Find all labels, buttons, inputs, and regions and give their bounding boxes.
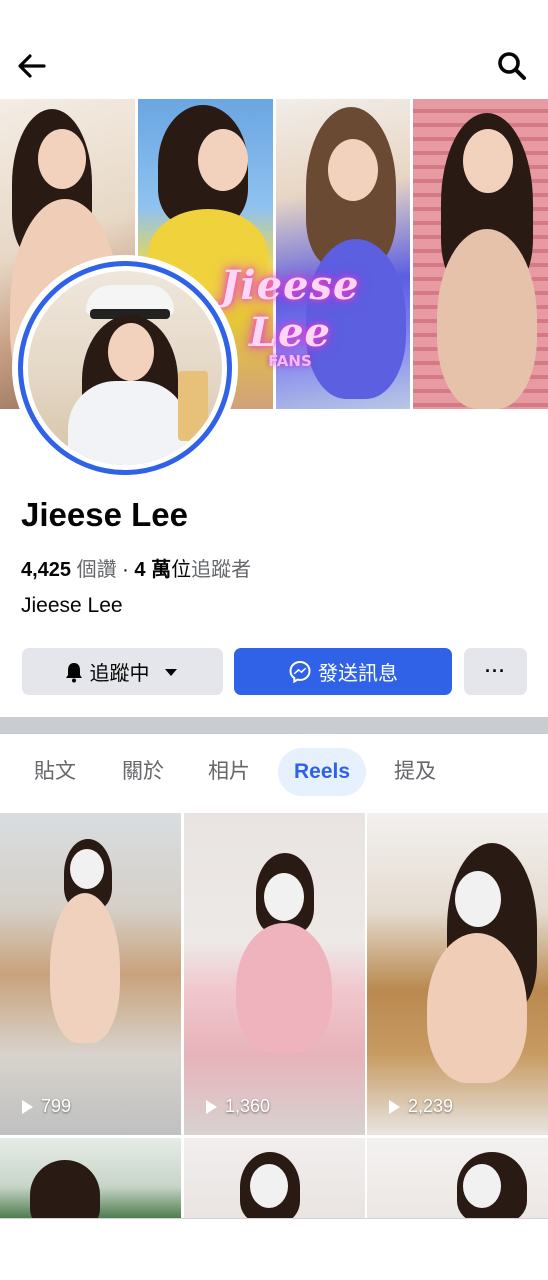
following-button[interactable]: 追蹤中	[22, 648, 223, 695]
followers-count[interactable]: 4 萬	[134, 559, 171, 581]
top-bar	[0, 0, 548, 98]
reel-tile[interactable]	[367, 1138, 548, 1218]
followers-label[interactable]: 追蹤者	[191, 559, 251, 581]
story-ring	[18, 261, 232, 475]
followers-unit: 位	[171, 559, 192, 581]
more-options-button[interactable]: ···	[464, 648, 527, 695]
search-icon	[498, 52, 526, 80]
cover-panel-4	[413, 99, 548, 409]
reel-tile[interactable]: 1,360	[184, 813, 365, 1135]
more-icon: ···	[485, 661, 506, 681]
reel-views: 1,360	[225, 1096, 271, 1116]
reel-views: 2,239	[408, 1096, 454, 1116]
avatar	[28, 271, 222, 465]
send-message-button[interactable]: 發送訊息	[234, 648, 452, 695]
reel-tile[interactable]: 799	[0, 813, 181, 1135]
reel-tile[interactable]	[184, 1138, 365, 1218]
arrow-left-icon	[18, 54, 46, 78]
following-label: 追蹤中	[89, 663, 150, 685]
section-divider	[0, 717, 548, 734]
tab-reels[interactable]: Reels	[278, 748, 366, 796]
tab-mentions[interactable]: 提及	[374, 748, 456, 796]
reel-tile[interactable]: 2,239	[367, 813, 548, 1135]
likes-count: 4,425	[21, 559, 72, 581]
tab-posts[interactable]: 貼文	[14, 748, 96, 796]
profile-tabs: 貼文 關於 相片 Reels 提及	[0, 748, 548, 800]
reel-view-count: 2,239	[389, 1096, 453, 1117]
stats-separator: ·	[116, 559, 135, 581]
profile-picture[interactable]	[12, 255, 238, 481]
tab-about[interactable]: 關於	[102, 748, 184, 796]
profile-name: Jieese Lee	[21, 496, 188, 533]
caret-down-icon	[164, 668, 177, 676]
play-icon	[389, 1099, 400, 1114]
reel-tile[interactable]	[0, 1138, 181, 1218]
play-icon	[206, 1099, 217, 1114]
likes-label: 個讚	[71, 559, 117, 581]
profile-stats: 4,425 個讚 · 4 萬位追蹤者	[21, 553, 251, 582]
bell-icon	[65, 662, 82, 682]
reel-views: 799	[41, 1096, 72, 1116]
send-message-label: 發送訊息	[318, 663, 398, 685]
reel-view-count: 799	[22, 1096, 71, 1117]
tab-photos[interactable]: 相片	[188, 748, 270, 796]
search-button[interactable]	[494, 48, 530, 84]
bottom-divider	[0, 1218, 548, 1219]
messenger-icon	[289, 660, 311, 683]
back-button[interactable]	[14, 48, 50, 84]
play-icon	[22, 1099, 33, 1114]
reels-grid: 799 1,360 2,239	[0, 813, 548, 1218]
profile-bio: Jieese Lee	[21, 594, 123, 617]
reel-view-count: 1,360	[206, 1096, 270, 1117]
